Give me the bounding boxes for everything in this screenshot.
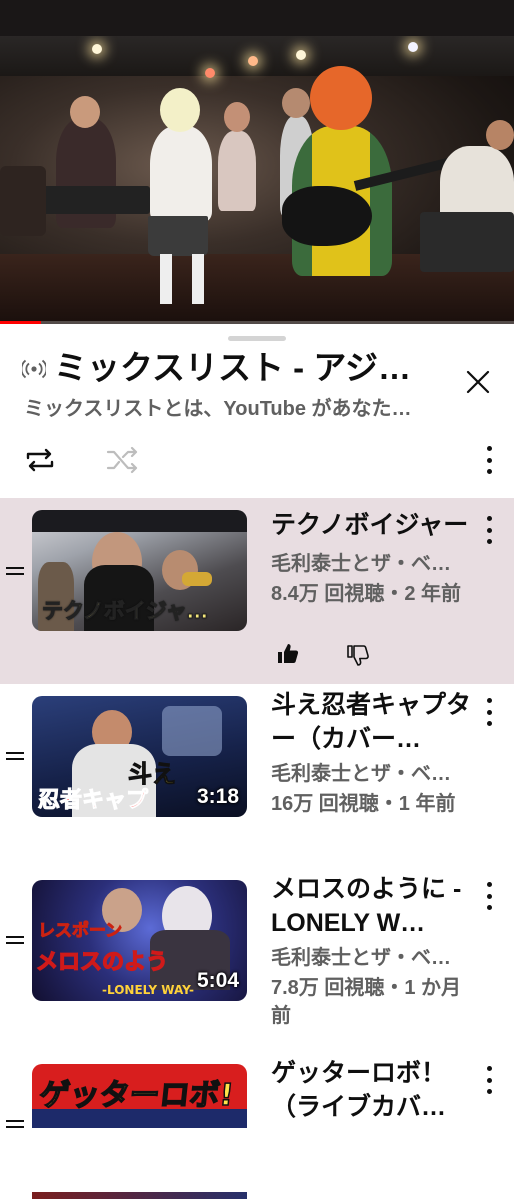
performer-head	[70, 96, 100, 128]
performer-skirt	[148, 216, 208, 256]
thumb-trumpet	[182, 572, 212, 586]
drag-reorder-icon[interactable]	[6, 936, 26, 948]
channel-name: 毛利泰士とザ・ベ…	[271, 763, 451, 785]
video-title[interactable]: ゲッターロボ！（ライブカバ…	[271, 1056, 471, 1124]
video-title[interactable]: メロスのように -LONELY W…	[271, 872, 471, 940]
status-bar	[0, 0, 514, 36]
performer-head	[486, 120, 514, 150]
playlist-subtitle: ミックスリストとは、YouTube があなたのために作成したプレイリストです	[24, 398, 424, 420]
next-thumbnail-edge	[32, 1192, 247, 1199]
more-vert-icon[interactable]	[484, 1066, 494, 1094]
stage-light	[92, 44, 102, 54]
video-meta: 7.8万 回視聴・1 か月前	[271, 977, 462, 1027]
video-thumbnail[interactable]: レスポーン メロスのよう -LONELY WAY- 5:04	[32, 880, 247, 1001]
playlist-item[interactable]: レスポーン メロスのよう -LONELY WAY- 5:04 メロスのように -…	[0, 868, 514, 1052]
thumbnail-caption-2: 忍者キャプ	[37, 788, 149, 814]
duration-badge: 5:04	[196, 969, 239, 992]
video-thumbnail[interactable]: 斗え 忍者キャプ 3:18	[32, 696, 247, 817]
radio-broadcast-icon	[22, 359, 46, 379]
video-player[interactable]	[0, 36, 514, 324]
keyboard-instrument	[40, 186, 150, 214]
playlist-item[interactable]: 斗え 忍者キャプ 3:18 斗え忍者キャプター（カバー… 毛利泰士とザ・ベ… 1…	[0, 684, 514, 868]
more-vert-icon[interactable]	[484, 698, 494, 726]
drag-reorder-icon[interactable]	[6, 752, 26, 764]
channel-name: 毛利泰士とザ・ベ…	[271, 553, 451, 575]
more-vert-icon[interactable]	[484, 882, 494, 910]
thumb-band	[162, 706, 222, 756]
performer-head	[160, 88, 200, 132]
stage-light	[296, 50, 306, 60]
close-icon[interactable]	[462, 366, 494, 398]
drum	[0, 166, 46, 236]
performer-leg	[192, 254, 204, 304]
playlist-item-active[interactable]: テクノボイジャ… テクノボイジャー 毛利泰士とザ・ベ… 8.4万 回視聴・2 年…	[0, 498, 514, 684]
performer-horn	[218, 131, 256, 211]
drag-reorder-icon[interactable]	[6, 1120, 26, 1132]
loop-icon[interactable]	[22, 442, 58, 478]
playlist-item[interactable]: ゲッターロボ! ゲッターロボ！（ライブカバ…	[0, 1052, 514, 1199]
thumbnail-caption-3: -LONELY WAY-	[102, 983, 195, 997]
video-meta: 16万 回視聴・1 年前	[271, 793, 456, 815]
performer-leg	[160, 254, 172, 304]
thumbnail-caption: ゲッターロボ!	[37, 1077, 236, 1114]
playlist-title: ミックスリスト - アジアの純真	[54, 349, 434, 386]
channel-name: 毛利泰士とザ・ベ…	[271, 947, 451, 969]
shuffle-icon[interactable]	[104, 442, 140, 478]
amplifier	[420, 212, 514, 272]
video-thumbnail[interactable]: テクノボイジャ…	[32, 510, 247, 631]
video-title[interactable]: 斗え忍者キャプター（カバー…	[271, 688, 471, 756]
thumbs-down-icon[interactable]	[346, 643, 370, 667]
stage-light	[248, 56, 258, 66]
thumbnail-caption: メロスのよう	[35, 949, 169, 975]
duration-badge: 3:18	[196, 785, 239, 808]
video-meta: 8.4万 回視聴・2 年前	[271, 583, 462, 605]
performer-singer	[150, 126, 212, 221]
video-thumbnail[interactable]: ゲッターロボ!	[32, 1064, 247, 1128]
drag-handle[interactable]	[228, 336, 286, 341]
thumbs-up-icon[interactable]	[276, 642, 300, 666]
drag-reorder-icon[interactable]	[6, 567, 26, 579]
thumbnail-caption-2: レスポーン	[37, 921, 123, 942]
stage-ceiling	[0, 36, 514, 76]
more-vert-icon[interactable]	[484, 516, 494, 544]
performer-head	[310, 66, 372, 130]
thumb-ceiling	[32, 510, 247, 532]
performer-head	[282, 88, 310, 118]
stage-light	[205, 68, 215, 78]
guitar	[282, 186, 372, 246]
stage-light	[408, 42, 418, 52]
performer-head	[224, 102, 250, 132]
more-vert-icon[interactable]	[484, 446, 494, 474]
playlist-panel: ミックスリスト - アジアの純真 ミックスリストとは、YouTube があなたの…	[0, 324, 514, 1199]
thumbnail-caption: テクノボイジャ…	[42, 599, 209, 624]
video-title[interactable]: テクノボイジャー	[271, 508, 471, 542]
